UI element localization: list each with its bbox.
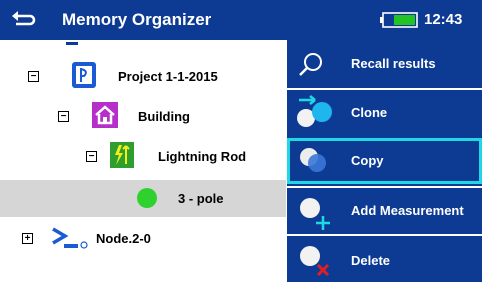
copy-button[interactable]: Copy bbox=[287, 138, 482, 184]
action-label: Copy bbox=[351, 153, 384, 168]
action-label: Recall results bbox=[351, 56, 436, 71]
tree-node-label: Lightning Rod bbox=[158, 149, 247, 164]
collapse-toggle[interactable]: − bbox=[58, 111, 69, 122]
clock: 12:43 bbox=[424, 11, 463, 28]
house-icon bbox=[92, 102, 118, 128]
lightning-rod-icon bbox=[110, 142, 134, 168]
add-measurement-icon bbox=[300, 198, 330, 230]
delete-button[interactable]: Delete bbox=[287, 234, 482, 282]
tree-node-building[interactable]: − Building bbox=[0, 98, 286, 134]
tree-node-node[interactable]: + Node.2-0 bbox=[0, 220, 286, 256]
tree-node-lightning-rod[interactable]: − Lightning Rod bbox=[0, 138, 286, 174]
tree-node-label: Node.2-0 bbox=[96, 231, 151, 246]
tree-node-label: 3 - pole bbox=[178, 191, 224, 206]
action-label: Add Measurement bbox=[351, 203, 464, 218]
battery-icon bbox=[380, 12, 418, 28]
recall-results-button[interactable]: Recall results bbox=[287, 40, 482, 88]
tree-node-project[interactable]: − Project 1-1-2015 bbox=[0, 58, 286, 94]
node-icon bbox=[52, 227, 88, 249]
page-title: Memory Organizer bbox=[62, 10, 212, 29]
collapse-toggle[interactable]: − bbox=[28, 71, 39, 82]
copy-icon bbox=[300, 148, 326, 172]
clone-icon bbox=[297, 95, 332, 127]
tree-node-label: Project 1-1-2015 bbox=[118, 69, 218, 84]
action-panel: Recall results Clone Copy Add Measuremen… bbox=[287, 40, 482, 282]
search-icon bbox=[299, 53, 322, 76]
delete-icon bbox=[300, 246, 330, 277]
clone-button[interactable]: Clone bbox=[287, 88, 482, 136]
memory-tree: − Project 1-1-2015 − Building − Lightnin… bbox=[0, 40, 286, 282]
collapse-toggle[interactable]: − bbox=[86, 151, 97, 162]
add-measurement-button[interactable]: Add Measurement bbox=[287, 186, 482, 234]
green-status-dot-icon bbox=[137, 188, 157, 208]
action-label: Delete bbox=[351, 253, 391, 268]
project-icon bbox=[72, 62, 96, 88]
title-bar: Memory Organizer 12:43 bbox=[0, 0, 482, 40]
tree-node-label: Building bbox=[138, 109, 190, 124]
back-arrow-icon[interactable] bbox=[10, 4, 38, 34]
tree-node-measurement[interactable]: 3 - pole bbox=[0, 180, 286, 217]
expand-toggle[interactable]: + bbox=[22, 233, 33, 244]
action-label: Clone bbox=[351, 105, 388, 120]
scroll-indicator bbox=[66, 42, 78, 45]
